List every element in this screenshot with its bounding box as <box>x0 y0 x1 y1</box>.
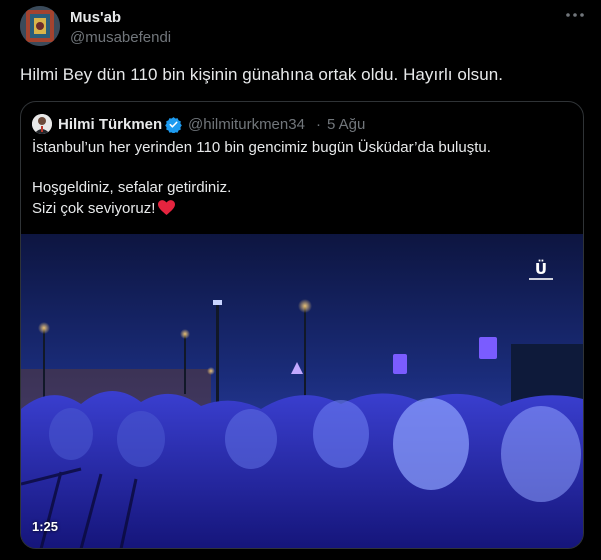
tweet-text: Hilmi Bey dün 110 bin kişinin günahına o… <box>20 65 503 84</box>
more-horizontal-icon[interactable] <box>564 7 586 23</box>
tweet[interactable]: Mus'ab @musabefendi Hilmi Bey dün 110 bi… <box>0 0 601 560</box>
author-handle[interactable]: @musabefendi <box>70 29 171 46</box>
red-heart-icon <box>158 200 176 215</box>
video-duration: 1:25 <box>32 519 59 534</box>
author-name[interactable]: Mus'ab <box>70 9 121 26</box>
author-avatar[interactable] <box>20 6 60 46</box>
quoted-author-avatar[interactable] <box>32 114 52 134</box>
quoted-text-line-3: Sizi çok seviyoruz! <box>32 200 176 217</box>
svg-text:Ü: Ü <box>535 259 547 278</box>
quoted-tweet[interactable]: Hilmi Türkmen @hilmiturkmen34 · 5 Ağu İs… <box>20 101 584 549</box>
quoted-text-line-2: Hoşgeldiniz, sefalar getirdiniz. <box>32 179 232 196</box>
quoted-tweet-date[interactable]: 5 Ağu <box>327 116 365 133</box>
quoted-author-name[interactable]: Hilmi Türkmen <box>58 116 162 133</box>
quoted-text-line-1: İstanbul’un her yerinden 110 bin gencimi… <box>32 139 491 156</box>
quoted-author-handle[interactable]: @hilmiturkmen34 <box>188 116 305 133</box>
separator-dot: · <box>316 116 321 133</box>
video-player[interactable]: Ü 1:25 <box>21 234 583 549</box>
quoted-text-line-3-text: Sizi çok seviyoruz! <box>32 200 156 217</box>
verified-badge-icon <box>165 116 182 134</box>
concert-crowd-video[interactable]: Ü <box>21 234 583 549</box>
